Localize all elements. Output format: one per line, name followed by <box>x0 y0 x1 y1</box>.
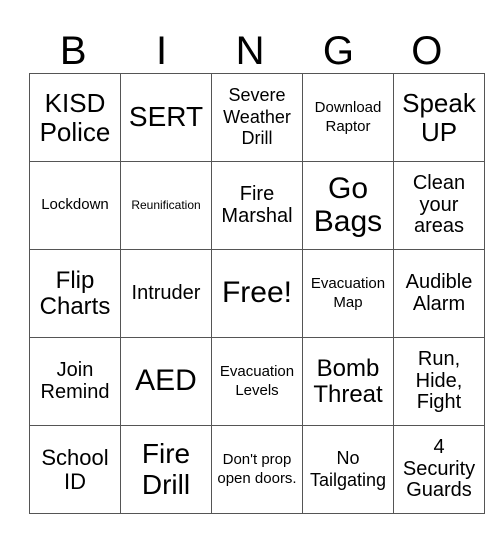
bingo-cell-text: Download Raptor <box>314 98 382 135</box>
bingo-cell-text: Fire Marshal <box>221 182 293 227</box>
header-letter-n: N <box>235 29 265 73</box>
bingo-cell[interactable]: SERT <box>120 73 212 162</box>
bingo-cell[interactable]: Lockdown <box>29 161 121 250</box>
bingo-cell-text: Severe Weather Drill <box>223 85 291 149</box>
bingo-cell[interactable]: Free! <box>211 249 303 338</box>
bingo-cell-text: Fire Drill <box>141 438 191 500</box>
bingo-cell[interactable]: Clean your areas <box>393 161 485 250</box>
bingo-row: School ID Fire Drill Don't prop open doors… <box>29 425 485 514</box>
bingo-header: B I N G O <box>29 30 471 72</box>
bingo-cell-text: Run, Hide, Fight <box>415 348 463 414</box>
bingo-cell-text: Speak UP <box>402 88 476 147</box>
bingo-cell-text: 4 Security Guards <box>402 436 476 502</box>
header-letter-g: G <box>322 29 354 73</box>
bingo-cell-text: Clean your areas <box>412 172 466 238</box>
bingo-cell-text: Evacuation Levels <box>219 362 295 399</box>
bingo-cell-text: Free! <box>221 276 293 310</box>
bingo-cell[interactable]: Evacuation Map <box>302 249 394 338</box>
bingo-cell[interactable]: Audible Alarm <box>393 249 485 338</box>
bingo-cell[interactable]: Bomb Threat <box>302 337 394 426</box>
bingo-cell-text: Lockdown <box>41 196 109 214</box>
bingo-row: Join Remind AED Evacuation Levels Bomb Thre… <box>29 337 485 426</box>
bingo-cell-text: Join Remind <box>40 358 110 403</box>
bingo-cell-text: Flip Charts <box>39 266 111 320</box>
bingo-cell[interactable]: Run, Hide, Fight <box>393 337 485 426</box>
bingo-cell[interactable]: No Tailgating <box>302 425 394 514</box>
header-letter-o: O <box>411 29 443 73</box>
bingo-cell-text: Go Bags <box>313 172 383 238</box>
bingo-cell[interactable]: Fire Drill <box>120 425 212 514</box>
bingo-cell[interactable]: Don't prop open doors. <box>211 425 303 514</box>
bingo-cell[interactable]: Speak UP <box>393 73 485 162</box>
bingo-cell-text: No Tailgating <box>309 447 387 490</box>
bingo-cell[interactable]: AED <box>120 337 212 426</box>
bingo-cell-text: Bomb Threat <box>313 354 383 408</box>
bingo-row: KISD Police SERT Severe Weather Drill Downl… <box>29 73 485 162</box>
header-letter-i: I <box>156 29 168 73</box>
bingo-cell-text: Intruder <box>131 281 201 304</box>
bingo-cell[interactable]: Join Remind <box>29 337 121 426</box>
bingo-cell[interactable]: Go Bags <box>302 161 394 250</box>
bingo-cell[interactable]: Fire Marshal <box>211 161 303 250</box>
bingo-cell-text: Evacuation Map <box>310 274 386 311</box>
bingo-cell[interactable]: Intruder <box>120 249 212 338</box>
bingo-row: Flip Charts Intruder Free! Evacuation Map Au… <box>29 249 485 338</box>
bingo-cell-text: School ID <box>41 444 109 494</box>
bingo-cell[interactable]: Download Raptor <box>302 73 394 162</box>
bingo-cell[interactable]: Evacuation Levels <box>211 337 303 426</box>
bingo-cell-text: SERT <box>128 101 204 133</box>
bingo-cell[interactable]: KISD Police <box>29 73 121 162</box>
bingo-row: Lockdown Reunification Fire Marshal Go Bags… <box>29 161 485 250</box>
bingo-cell-text: AED <box>135 364 197 398</box>
bingo-cell[interactable]: 4 Security Guards <box>393 425 485 514</box>
bingo-cell[interactable]: Reunification <box>120 161 212 250</box>
bingo-cell[interactable]: Severe Weather Drill <box>211 73 303 162</box>
bingo-cell-text: Reunification <box>131 198 201 213</box>
bingo-cell-text: Audible Alarm <box>405 270 473 315</box>
bingo-cell-text: KISD Police <box>39 88 111 147</box>
bingo-grid: KISD Police SERT Severe Weather Drill Downl… <box>29 73 485 514</box>
bingo-cell-text: Don't prop open doors. <box>217 450 297 487</box>
bingo-cell[interactable]: Flip Charts <box>29 249 121 338</box>
header-letter-b: B <box>59 29 87 73</box>
bingo-cell[interactable]: School ID <box>29 425 121 514</box>
